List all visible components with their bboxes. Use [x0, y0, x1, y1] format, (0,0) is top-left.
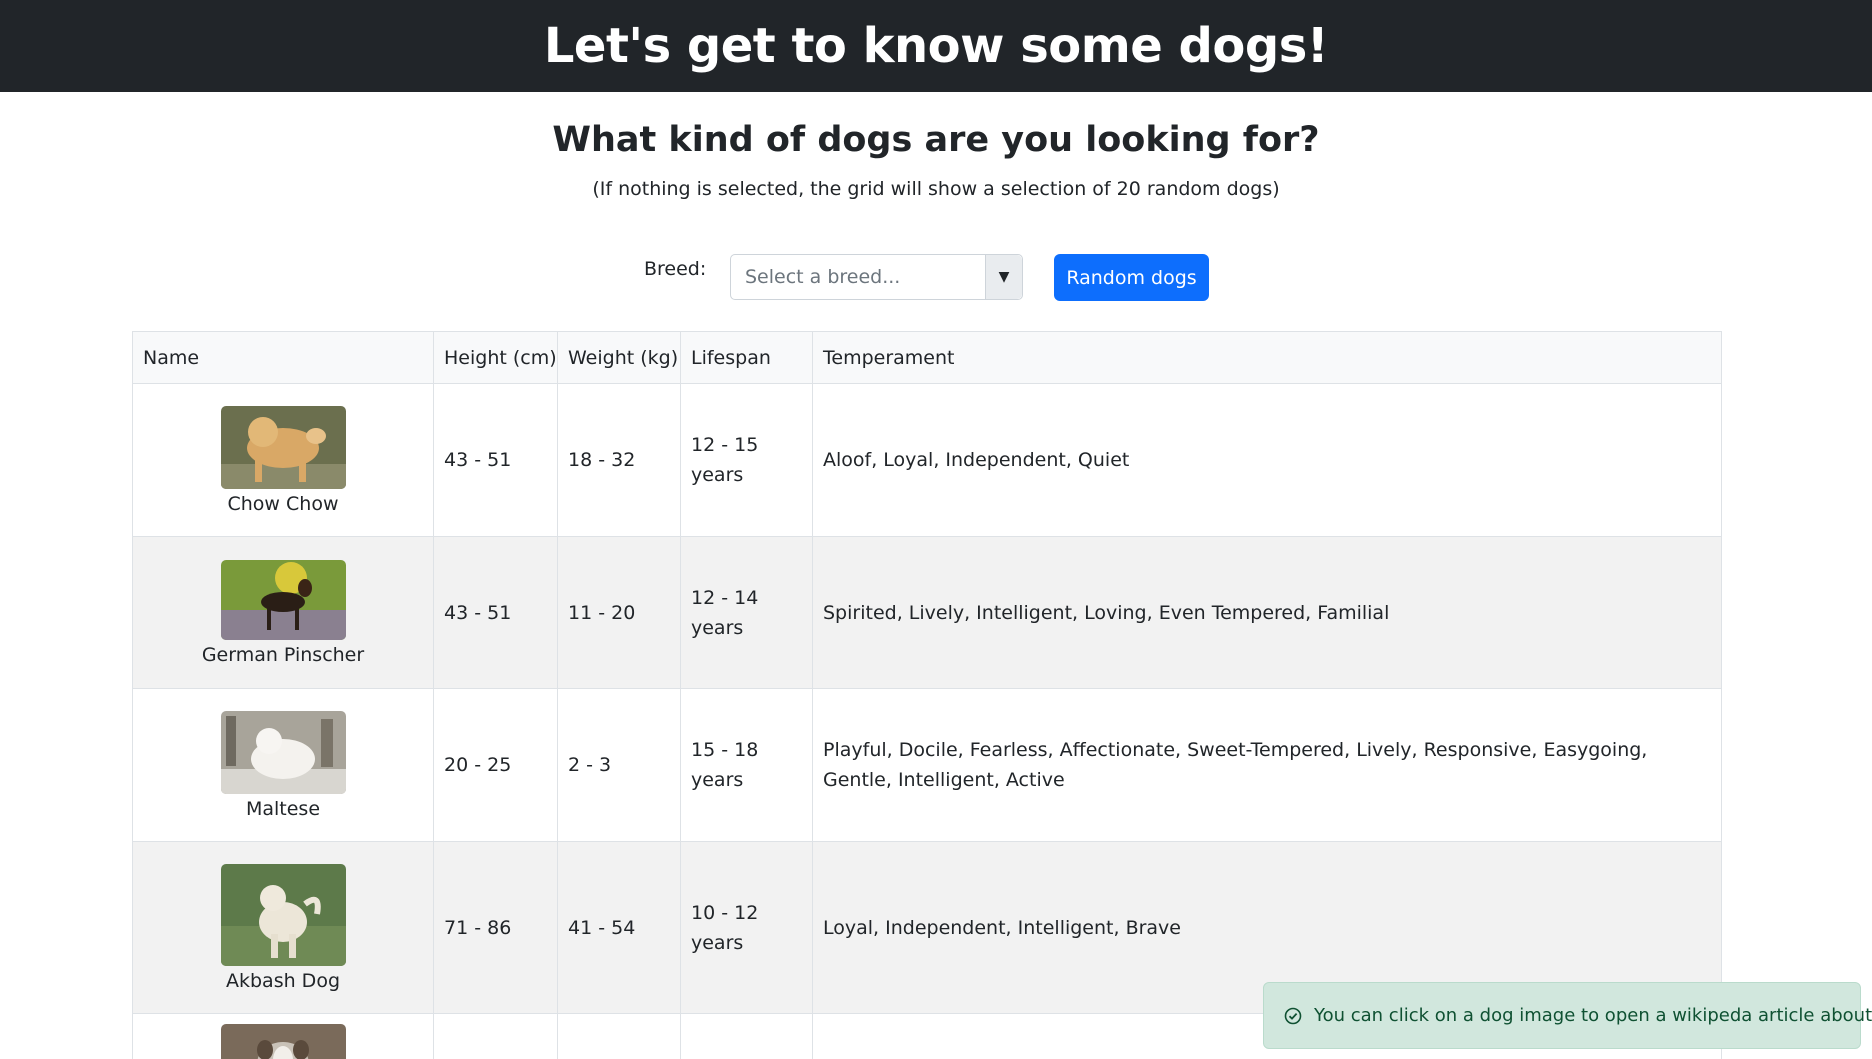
breed-select-placeholder: Select a breed... [745, 266, 901, 288]
dog-photo-akbash-dog[interactable] [220, 863, 346, 966]
lifespan-cell [681, 1014, 813, 1059]
top-banner: Let's get to know some dogs! [0, 0, 1872, 92]
temperament-cell: Playful, Docile, Fearless, Affectionate,… [823, 739, 1648, 791]
dog-photo-icon [220, 863, 346, 966]
weight-cell: 11 - 20 [558, 537, 681, 688]
column-header-weight: Weight (kg) [558, 332, 681, 383]
weight-cell: 2 - 3 [558, 689, 681, 841]
column-header-height: Height (cm) [434, 332, 558, 383]
dog-photo-chow-chow[interactable] [220, 405, 346, 489]
dogs-table: Name Height (cm) Weight (kg) Lifespan Te… [132, 331, 1722, 1059]
dog-name-cell: Akbash Dog [133, 842, 434, 1013]
breed-dropdown-toggle[interactable]: ▼ [985, 255, 1022, 299]
dog-photo-icon [220, 1024, 346, 1059]
height-cell: 71 - 86 [434, 842, 558, 1013]
height-cell [434, 1014, 558, 1059]
lifespan-text: 12 - 15 years [691, 434, 759, 486]
height-cell: 43 - 51 [434, 384, 558, 536]
dog-photo-icon [220, 710, 346, 794]
dog-name-cell: German Pinscher [133, 537, 434, 688]
dog-name: German Pinscher [201, 643, 365, 666]
weight-cell: 41 - 54 [558, 842, 681, 1013]
page-title: Let's get to know some dogs! [543, 18, 1329, 74]
table-row: Chow Chow 43 - 51 18 - 32 12 - 15 years … [133, 384, 1721, 537]
table-header-row: Name Height (cm) Weight (kg) Lifespan Te… [133, 332, 1721, 384]
toast-message: You can click on a dog image to open a w… [1314, 1005, 1872, 1026]
caret-down-icon: ▼ [998, 269, 1010, 285]
column-header-lifespan: Lifespan [681, 332, 813, 383]
lifespan-cell: 12 - 14 years [681, 537, 813, 688]
dog-photo-maltese[interactable] [220, 710, 346, 794]
height-cell: 20 - 25 [434, 689, 558, 841]
dog-name-cell: Chow Chow [133, 384, 434, 536]
lifespan-cell: 15 - 18 years [681, 689, 813, 841]
dog-name: Chow Chow [227, 492, 339, 515]
lifespan-text: 10 - 12 years [691, 901, 759, 954]
lifespan-cell: 12 - 15 years [681, 384, 813, 536]
dog-photo-icon [220, 405, 346, 489]
lifespan-text: 15 - 18 years [691, 739, 759, 791]
breed-select[interactable]: Select a breed... ▼ [730, 254, 1023, 300]
dog-name: Akbash Dog [226, 969, 340, 992]
info-toast: You can click on a dog image to open a w… [1263, 982, 1872, 1049]
random-dogs-button[interactable]: Random dogs [1054, 254, 1209, 301]
dog-photo-german-pinscher[interactable] [220, 559, 346, 640]
lifespan-cell: 10 - 12 years [681, 842, 813, 1013]
temperament-cell: Spirited, Lively, Intelligent, Loving, E… [823, 601, 1390, 624]
section-heading: What kind of dogs are you looking for? [552, 120, 1320, 160]
table-row: Maltese 20 - 25 2 - 3 15 - 18 years Play… [133, 689, 1721, 842]
lifespan-text: 12 - 14 years [691, 586, 759, 639]
dog-name: Maltese [245, 797, 321, 820]
height-cell: 43 - 51 [434, 537, 558, 688]
temperament-cell: Aloof, Loyal, Independent, Quiet [823, 449, 1130, 471]
weight-cell [558, 1014, 681, 1059]
section-subheading: (If nothing is selected, the grid will s… [592, 178, 1280, 200]
dog-photo-icon [220, 559, 346, 640]
column-header-temperament: Temperament [823, 346, 955, 369]
weight-cell: 18 - 32 [558, 384, 681, 536]
breed-label: Breed: [644, 258, 707, 280]
dog-name-cell: Maltese [133, 689, 434, 841]
dog-name-cell [133, 1014, 434, 1059]
table-row: German Pinscher 43 - 51 11 - 20 12 - 14 … [133, 537, 1721, 689]
check-circle-icon [1284, 1007, 1302, 1025]
column-header-name: Name [133, 332, 434, 383]
dog-photo-partial[interactable] [220, 1024, 346, 1059]
